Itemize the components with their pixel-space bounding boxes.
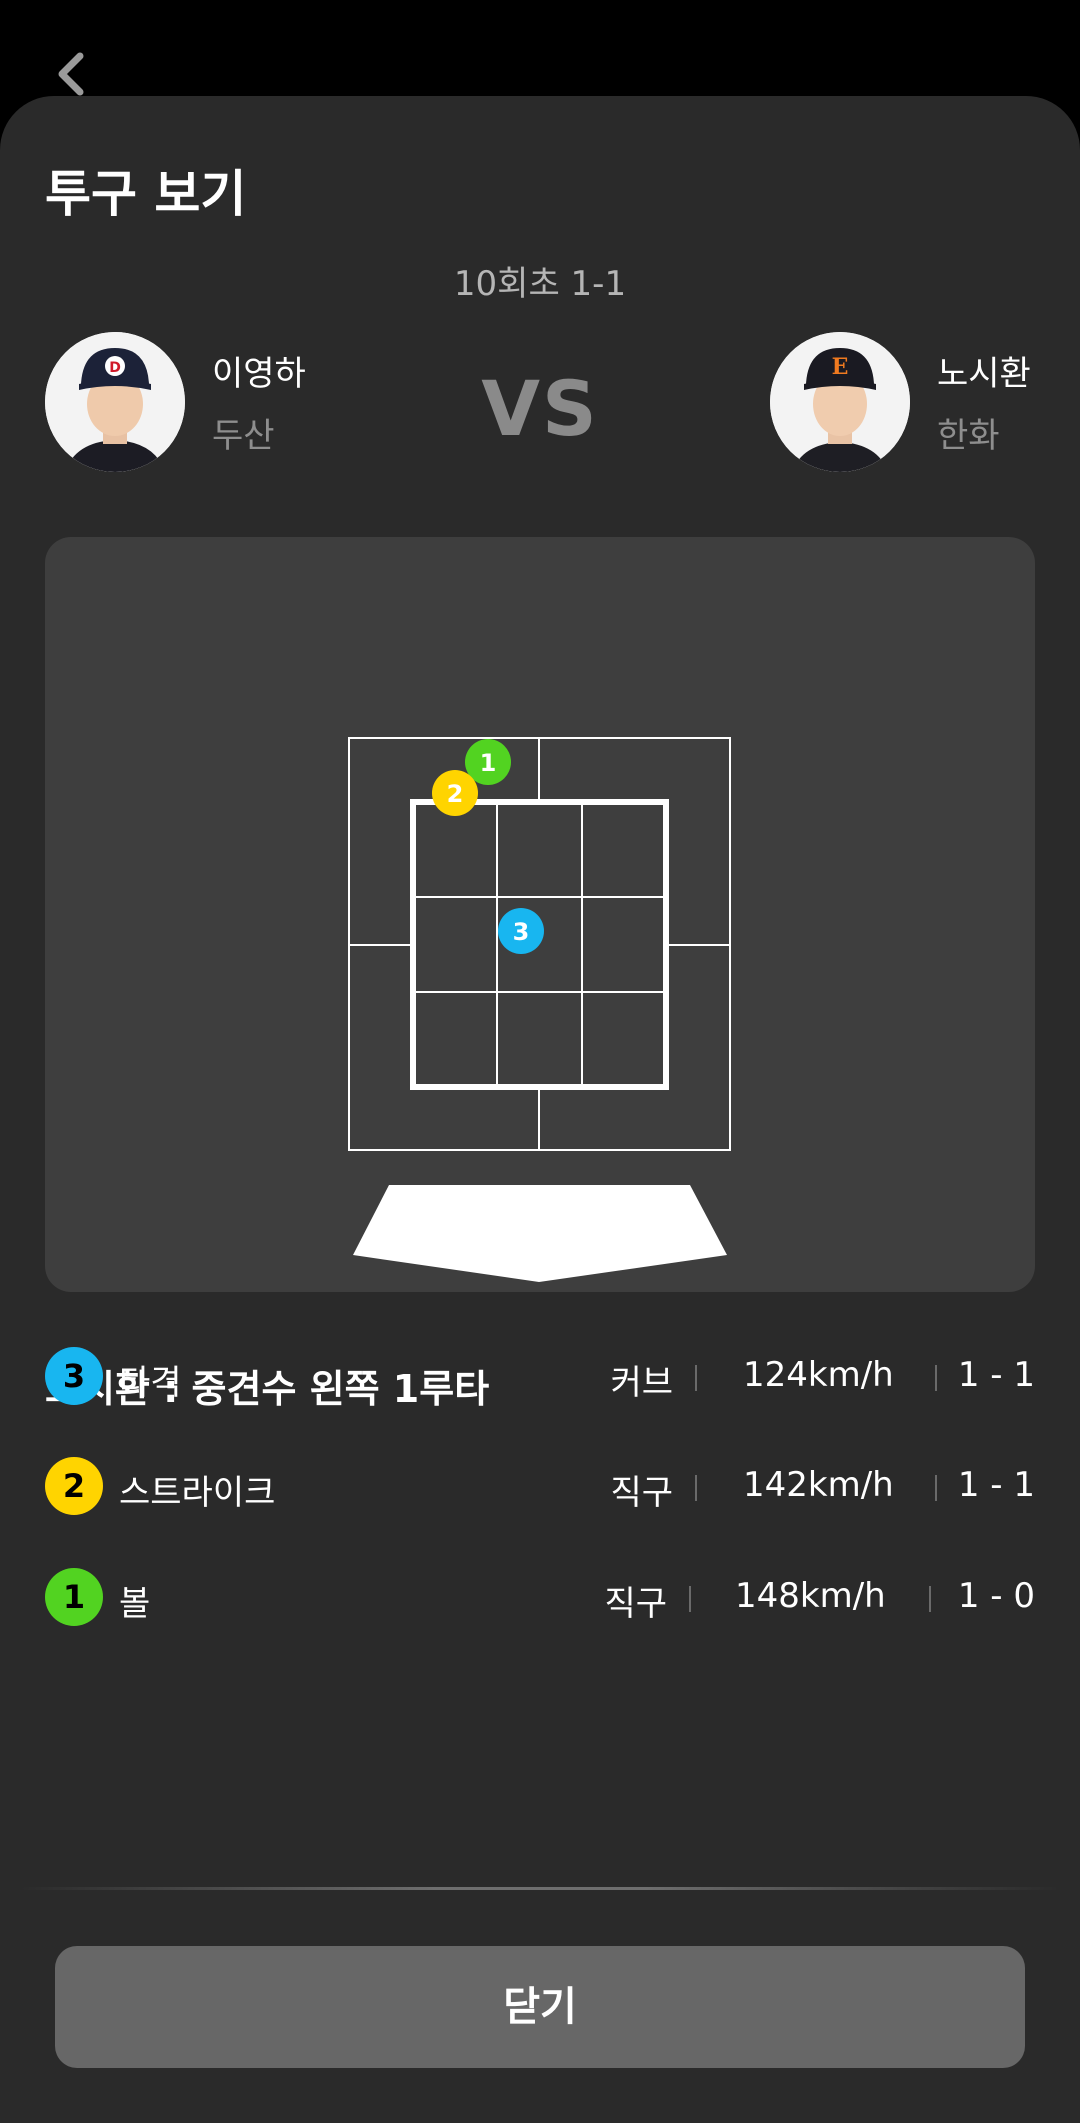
pitch-number-badge: 3 bbox=[45, 1347, 103, 1405]
pitch-row: 2 스트라이크 직구 142km/h 1 - 1 bbox=[45, 1457, 1035, 1517]
pitch-count: 1 - 1 bbox=[957, 1355, 1035, 1395]
pitch-count: 1 - 0 bbox=[957, 1576, 1035, 1616]
separator bbox=[935, 1365, 937, 1391]
home-plate bbox=[353, 1185, 727, 1282]
svg-text:E: E bbox=[832, 354, 849, 380]
player-photo-icon: E bbox=[770, 332, 910, 472]
separator bbox=[935, 1475, 937, 1501]
pitch-type: 커브 bbox=[610, 1363, 673, 1403]
pitch-count: 1 - 1 bbox=[957, 1465, 1035, 1505]
pitch-marker-2-label: 2 bbox=[447, 780, 464, 808]
pitch-marker-3-label: 3 bbox=[513, 918, 530, 946]
chevron-left-icon bbox=[58, 52, 84, 96]
strike-zone-diagram: 1 2 3 bbox=[348, 737, 731, 1282]
separator bbox=[695, 1365, 697, 1391]
pitch-marker-1-label: 1 bbox=[480, 749, 497, 777]
inning-label: 10회초 1-1 bbox=[453, 264, 627, 304]
close-button[interactable]: 닫기 bbox=[55, 1946, 1025, 2068]
pitch-speed: 142km/h bbox=[743, 1465, 894, 1505]
batter-avatar: E bbox=[770, 332, 910, 472]
pitch-row: 3 타격 커브 124km/h 1 - 1 bbox=[45, 1347, 1035, 1407]
pitch-result: 볼 bbox=[119, 1584, 151, 1624]
batter-team: 한화 bbox=[937, 416, 1000, 456]
pitch-number-badge: 2 bbox=[45, 1457, 103, 1515]
pitch-marker-2[interactable]: 2 bbox=[432, 770, 478, 816]
pitch-type: 직구 bbox=[610, 1473, 673, 1513]
strike-zone-panel: 1 2 3 bbox=[45, 537, 1035, 1292]
pitch-result: 스트라이크 bbox=[119, 1473, 276, 1513]
pitch-view-sheet: 투구 보기 10회초 1-1 D 이영하 두산 VS E 노시환 한화 1 2 … bbox=[0, 96, 1080, 2123]
pitch-type: 직구 bbox=[604, 1584, 667, 1624]
separator bbox=[695, 1475, 697, 1501]
pitch-row: 1 볼 직구 148km/h 1 - 0 bbox=[45, 1568, 1035, 1628]
page-title: 투구 보기 bbox=[45, 165, 247, 223]
pitch-speed: 148km/h bbox=[735, 1576, 886, 1616]
divider bbox=[20, 1887, 1060, 1890]
pitch-result: 타격 bbox=[119, 1363, 182, 1403]
pitch-marker-3[interactable]: 3 bbox=[498, 908, 544, 954]
pitch-speed: 124km/h bbox=[743, 1355, 894, 1395]
batter-name: 노시환 bbox=[937, 354, 1031, 394]
separator bbox=[929, 1586, 931, 1612]
back-button[interactable] bbox=[48, 44, 96, 104]
vs-label: VS bbox=[481, 364, 599, 453]
pitch-number-badge: 1 bbox=[45, 1568, 103, 1626]
separator bbox=[689, 1586, 691, 1612]
